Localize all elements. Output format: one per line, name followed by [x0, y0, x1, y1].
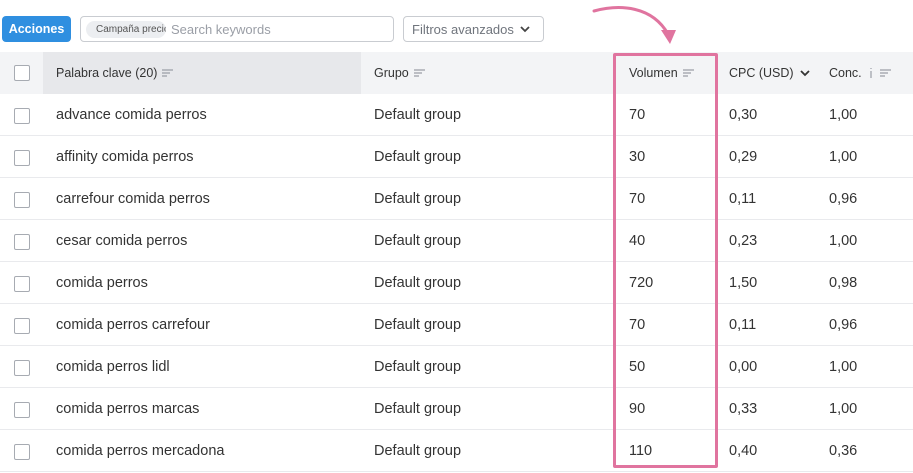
table-row[interactable]: carrefour comida perros Default group 70… — [0, 178, 913, 220]
table-row[interactable]: affinity comida perros Default group 30 … — [0, 136, 913, 178]
sort-icon[interactable] — [682, 68, 695, 78]
info-icon[interactable] — [867, 67, 875, 79]
keyword-cell: carrefour comida perros — [56, 191, 210, 207]
table-row[interactable]: cesar comida perros Default group 40 0,2… — [0, 220, 913, 262]
search-box[interactable]: Campaña precios — [80, 16, 394, 42]
competition-cell: 0,98 — [829, 275, 858, 291]
volume-cell: 90 — [629, 401, 646, 417]
cpc-cell: 0,23 — [729, 233, 758, 249]
volume-cell: 40 — [629, 233, 646, 249]
keywords-table: Palabra clave (20) Grupo Volumen CPC (US… — [0, 52, 913, 472]
row-checkbox[interactable] — [14, 444, 30, 460]
header-competition[interactable]: Conc. — [829, 52, 892, 94]
cpc-cell: 0,11 — [729, 317, 757, 333]
group-cell: Default group — [374, 233, 462, 249]
group-cell: Default group — [374, 317, 462, 333]
cpc-cell: 0,40 — [729, 443, 758, 459]
volume-cell: 70 — [629, 191, 646, 207]
table-body: advance comida perros Default group 70 0… — [0, 94, 913, 472]
cpc-cell: 0,00 — [729, 359, 758, 375]
search-input[interactable] — [171, 21, 381, 37]
competition-cell: 1,00 — [829, 149, 858, 165]
keyword-cell: comida perros mercadona — [56, 443, 225, 459]
table-row[interactable]: comida perros Default group 720 1,50 0,9… — [0, 262, 913, 304]
header-competition-label: Conc. — [829, 66, 862, 80]
volume-cell: 110 — [629, 443, 653, 459]
table-row[interactable]: comida perros marcas Default group 90 0,… — [0, 388, 913, 430]
row-checkbox[interactable] — [14, 402, 30, 418]
actions-button[interactable]: Acciones — [2, 16, 71, 42]
competition-cell: 0,96 — [829, 317, 858, 333]
volume-cell: 30 — [629, 149, 646, 165]
cpc-cell: 0,11 — [729, 191, 757, 207]
header-volume-label: Volumen — [629, 66, 678, 80]
sort-icon[interactable] — [879, 68, 892, 78]
header-volume[interactable]: Volumen — [629, 52, 695, 94]
table-row[interactable]: comida perros mercadona Default group 11… — [0, 430, 913, 472]
group-cell: Default group — [374, 149, 462, 165]
header-keyword[interactable]: Palabra clave (20) — [56, 52, 174, 94]
keyword-cell: affinity comida perros — [56, 149, 194, 165]
chevron-down-icon — [520, 26, 530, 33]
competition-cell: 0,36 — [829, 443, 858, 459]
cpc-cell: 0,30 — [729, 107, 758, 123]
competition-cell: 1,00 — [829, 107, 858, 123]
volume-cell: 70 — [629, 107, 646, 123]
row-checkbox[interactable] — [14, 192, 30, 208]
toolbar: Acciones Campaña precios Filtros avanzad… — [0, 0, 913, 48]
competition-cell: 1,00 — [829, 401, 858, 417]
header-group-label: Grupo — [374, 66, 409, 80]
header-keyword-label: Palabra clave (20) — [56, 66, 158, 80]
competition-cell: 1,00 — [829, 359, 858, 375]
keyword-cell: comida perros — [56, 275, 148, 291]
group-cell: Default group — [374, 401, 462, 417]
cpc-cell: 1,50 — [729, 275, 758, 291]
advanced-filters-label: Filtros avanzados — [412, 21, 514, 37]
row-checkbox[interactable] — [14, 276, 30, 292]
row-checkbox[interactable] — [14, 318, 30, 334]
group-cell: Default group — [374, 107, 462, 123]
row-checkbox[interactable] — [14, 108, 30, 124]
keyword-cell: comida perros lidl — [56, 359, 170, 375]
table-row[interactable]: comida perros carrefour Default group 70… — [0, 304, 913, 346]
sort-icon[interactable] — [413, 68, 426, 78]
group-cell: Default group — [374, 191, 462, 207]
group-cell: Default group — [374, 359, 462, 375]
campaign-chip[interactable]: Campaña precios — [86, 20, 166, 38]
cpc-cell: 0,33 — [729, 401, 758, 417]
row-checkbox[interactable] — [14, 150, 30, 166]
table-header: Palabra clave (20) Grupo Volumen CPC (US… — [0, 52, 913, 94]
volume-cell: 70 — [629, 317, 646, 333]
cpc-cell: 0,29 — [729, 149, 758, 165]
volume-cell: 50 — [629, 359, 646, 375]
header-group[interactable]: Grupo — [374, 52, 426, 94]
header-cpc-label: CPC (USD) — [729, 66, 794, 80]
table-row[interactable]: advance comida perros Default group 70 0… — [0, 94, 913, 136]
row-checkbox[interactable] — [14, 234, 30, 250]
sort-icon[interactable] — [162, 68, 174, 78]
table-row[interactable]: comida perros lidl Default group 50 0,00… — [0, 346, 913, 388]
select-all-checkbox[interactable] — [14, 65, 30, 81]
annotation-arrow-icon — [592, 6, 676, 44]
volume-cell: 720 — [629, 275, 654, 291]
keyword-cell: comida perros marcas — [56, 401, 200, 417]
competition-cell: 0,96 — [829, 191, 858, 207]
keyword-cell: comida perros carrefour — [56, 317, 210, 333]
chevron-down-icon[interactable] — [799, 68, 811, 78]
header-cpc[interactable]: CPC (USD) — [729, 52, 811, 94]
advanced-filters-dropdown[interactable]: Filtros avanzados — [403, 16, 544, 42]
keyword-cell: advance comida perros — [56, 107, 207, 123]
group-cell: Default group — [374, 275, 462, 291]
keyword-cell: cesar comida perros — [56, 233, 188, 249]
row-checkbox[interactable] — [14, 360, 30, 376]
group-cell: Default group — [374, 443, 462, 459]
competition-cell: 1,00 — [829, 233, 858, 249]
